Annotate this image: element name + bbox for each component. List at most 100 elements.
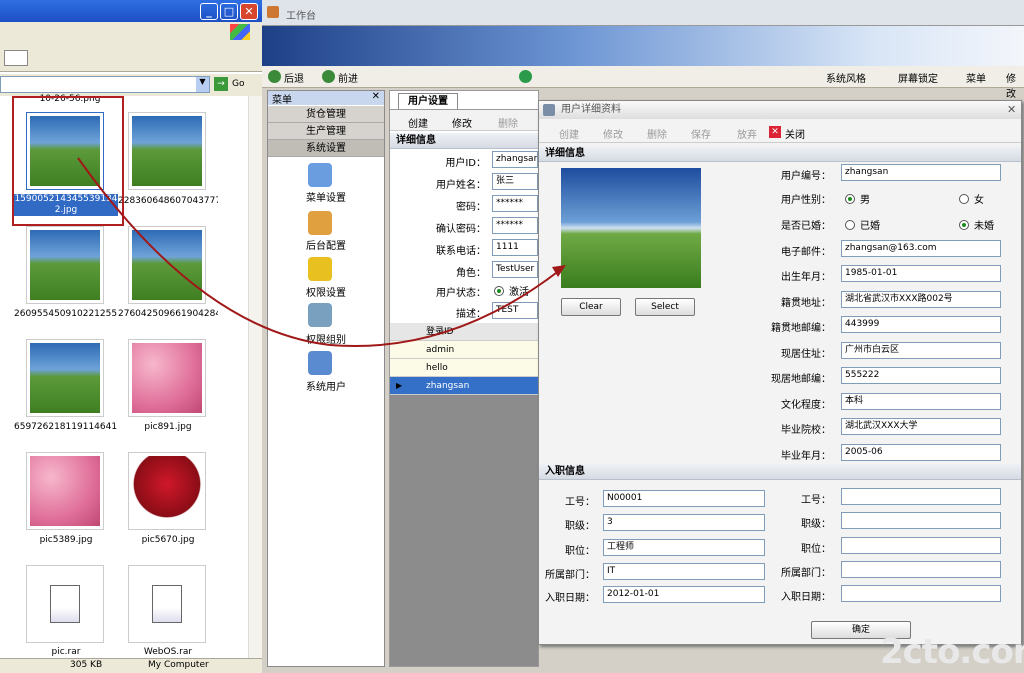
menu-item[interactable]: 系统用户 xyxy=(268,378,384,393)
field-label: 电子邮件： xyxy=(781,247,831,258)
education-input[interactable]: 本科 xyxy=(841,393,1001,410)
dialog-title-bar[interactable]: 用户详细资料 ✕ xyxy=(539,101,1021,119)
file-thumb[interactable] xyxy=(128,565,206,643)
user-name-input[interactable]: 张三 xyxy=(492,173,538,190)
employee-no-input-2[interactable] xyxy=(841,488,1001,505)
navigation-bar: 后退 前进 系统风格 屏幕锁定 菜单 修改 xyxy=(262,66,1024,100)
gender-female-radio[interactable]: 女 xyxy=(959,191,984,206)
tab-user-settings[interactable]: 用户设置 xyxy=(398,93,458,109)
phone-input[interactable]: 1111 xyxy=(492,239,538,256)
hire-date-input[interactable]: 2012-01-01 xyxy=(603,586,765,603)
star-icon[interactable] xyxy=(308,257,332,281)
menu-group[interactable]: 生产管理 xyxy=(268,123,384,140)
user-id-input[interactable]: zhangsan xyxy=(492,151,538,168)
users-icon[interactable] xyxy=(308,351,332,375)
back-icon[interactable] xyxy=(268,70,281,83)
workbench-title-bar[interactable]: 工作台 xyxy=(262,0,1024,26)
position-input-2[interactable] xyxy=(841,537,1001,554)
menu-group[interactable]: 系统设置 xyxy=(268,140,384,157)
menu-group[interactable]: 货仓管理 xyxy=(268,106,384,123)
file-thumb[interactable] xyxy=(26,565,104,643)
table-row-selected[interactable]: zhangsan xyxy=(390,377,538,395)
go-button[interactable]: Go xyxy=(232,79,244,89)
department-input[interactable]: IT xyxy=(603,563,765,580)
group-icon[interactable] xyxy=(308,303,332,327)
back-button[interactable]: 后退 xyxy=(284,70,304,85)
native-address-input[interactable]: 湖北省武汉市XXX路002号 xyxy=(841,291,1001,308)
gender-male-radio[interactable]: 男 xyxy=(845,191,870,206)
role-select[interactable]: TestUser xyxy=(492,261,538,278)
married-radio[interactable]: 已婚 xyxy=(845,217,880,232)
confirm-password-input[interactable]: ****** xyxy=(492,217,538,234)
views-icon[interactable] xyxy=(4,50,28,66)
position-input[interactable]: 工程师 xyxy=(603,539,765,556)
menu-item[interactable]: 权限设置 xyxy=(268,284,384,299)
native-zip-input[interactable]: 443999 xyxy=(841,316,1001,333)
file-thumb[interactable] xyxy=(26,226,104,304)
menu-item[interactable]: 后台配置 xyxy=(268,237,384,252)
close-red-icon[interactable]: ✕ xyxy=(769,126,781,138)
delete-button[interactable]: 删除 xyxy=(647,126,667,141)
description-input[interactable]: TEST xyxy=(492,302,538,319)
select-button[interactable]: Select xyxy=(635,298,695,316)
system-style-button[interactable]: 系统风格 xyxy=(826,70,866,85)
email-input[interactable]: zhangsan@163.com xyxy=(841,240,1001,257)
forward-icon[interactable] xyxy=(322,70,335,83)
menu-item[interactable]: 菜单设置 xyxy=(268,189,384,204)
maximize-button[interactable]: □ xyxy=(220,3,238,20)
file-thumb[interactable] xyxy=(128,226,206,304)
file-thumb[interactable] xyxy=(128,339,206,417)
employee-no-input[interactable]: N00001 xyxy=(603,490,765,507)
department-input-2[interactable] xyxy=(841,561,1001,578)
discard-button[interactable]: 放弃 xyxy=(737,126,757,141)
field-label: 职位： xyxy=(801,544,831,555)
file-thumb[interactable] xyxy=(26,339,104,417)
explorer-title-bar[interactable]: _ □ ✕ xyxy=(0,0,262,22)
birth-date-input[interactable]: 1985-01-01 xyxy=(841,265,1001,282)
explorer-scrollbar[interactable] xyxy=(248,96,262,658)
current-address-input[interactable]: 广州市白云区 xyxy=(841,342,1001,359)
edit-button[interactable]: 修改 xyxy=(1006,70,1024,100)
graduation-date-input[interactable]: 2005-06 xyxy=(841,444,1001,461)
screen-lock-button[interactable]: 屏幕锁定 xyxy=(898,70,938,85)
delete-button[interactable]: 删除 xyxy=(498,115,518,130)
radio-label: 已婚 xyxy=(860,221,880,232)
file-name: 276042509661904284... xyxy=(118,309,218,319)
chevron-down-icon[interactable]: ▼ xyxy=(196,77,209,92)
menu-settings-icon[interactable] xyxy=(308,163,332,187)
modify-button[interactable]: 修改 xyxy=(452,115,472,130)
file-thumb[interactable] xyxy=(26,452,104,530)
dialog-title: 用户详细资料 xyxy=(561,104,621,115)
password-input[interactable]: ****** xyxy=(492,195,538,212)
menu-button[interactable]: 菜单 xyxy=(966,70,986,85)
grid-header[interactable]: 登录ID xyxy=(390,323,538,341)
menu-item[interactable]: 权限组别 xyxy=(268,331,384,346)
close-button[interactable]: ✕ xyxy=(240,3,258,20)
unmarried-radio[interactable]: 未婚 xyxy=(959,217,994,232)
modify-button[interactable]: 修改 xyxy=(603,126,623,141)
school-input[interactable]: 湖北武汉XXX大学 xyxy=(841,418,1001,435)
close-icon[interactable]: ✕ xyxy=(372,91,380,102)
hire-date-input-2[interactable] xyxy=(841,585,1001,602)
file-thumb[interactable] xyxy=(128,452,206,530)
close-icon[interactable]: ✕ xyxy=(1007,101,1016,119)
grade-input[interactable]: 3 xyxy=(603,514,765,531)
table-row[interactable]: admin xyxy=(390,341,538,359)
go-arrow-icon[interactable]: → xyxy=(214,77,228,91)
status-active-radio[interactable]: 激活 xyxy=(494,283,529,298)
address-input[interactable] xyxy=(0,76,210,93)
create-button[interactable]: 创建 xyxy=(408,115,428,130)
user-number-input[interactable]: zhangsan xyxy=(841,164,1001,181)
config-icon[interactable] xyxy=(308,211,332,235)
close-button[interactable]: 关闭 xyxy=(785,126,805,141)
check-icon[interactable] xyxy=(519,70,532,83)
clear-button[interactable]: Clear xyxy=(561,298,621,316)
forward-button[interactable]: 前进 xyxy=(338,70,358,85)
grade-input-2[interactable] xyxy=(841,512,1001,529)
create-button[interactable]: 创建 xyxy=(559,126,579,141)
save-button[interactable]: 保存 xyxy=(691,126,711,141)
minimize-button[interactable]: _ xyxy=(200,3,218,20)
table-row[interactable]: hello xyxy=(390,359,538,377)
current-zip-input[interactable]: 555222 xyxy=(841,367,1001,384)
file-thumb[interactable] xyxy=(128,112,206,190)
